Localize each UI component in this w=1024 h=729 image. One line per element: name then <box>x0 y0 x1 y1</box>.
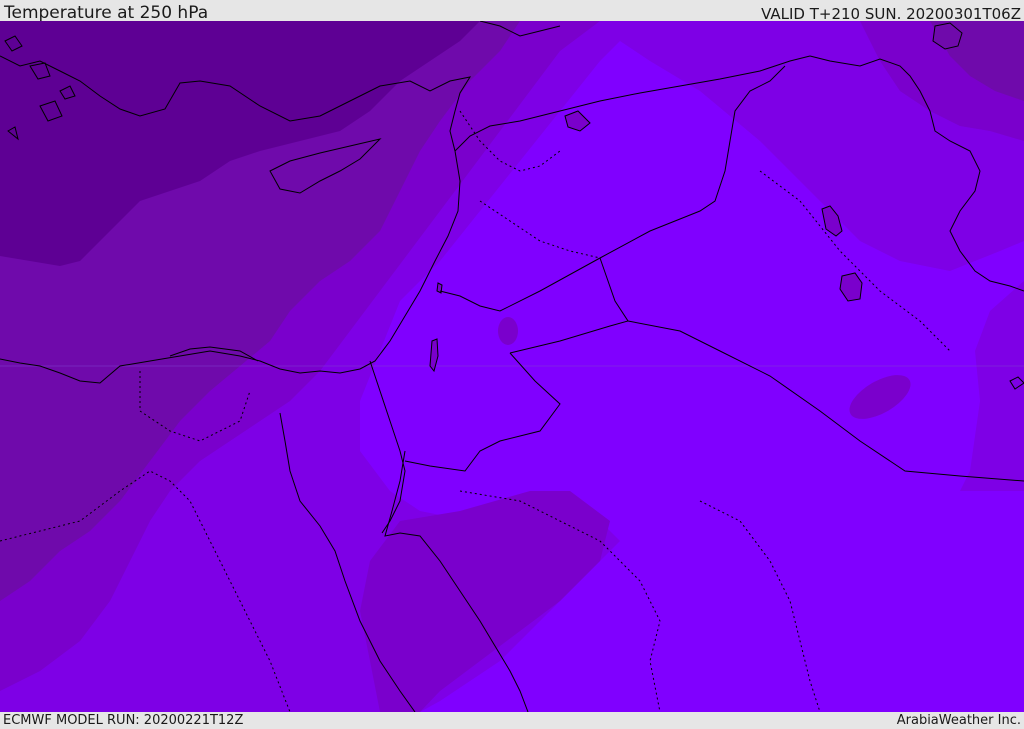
map-frame: Temperature at 250 hPa VALID T+210 SUN. … <box>0 0 1024 729</box>
model-run-label: ECMWF MODEL RUN: 20200221T12Z <box>3 713 244 728</box>
map-title: Temperature at 250 hPa <box>4 3 209 23</box>
map-svg <box>0 21 1024 712</box>
pocket-jordan <box>498 317 518 345</box>
credit-label: ArabiaWeather Inc. <box>896 713 1021 728</box>
title-bar: Temperature at 250 hPa VALID T+210 SUN. … <box>0 0 1024 23</box>
temperature-map[interactable] <box>0 21 1024 712</box>
footer-bar: ECMWF MODEL RUN: 20200221T12Z ArabiaWeat… <box>0 712 1024 729</box>
